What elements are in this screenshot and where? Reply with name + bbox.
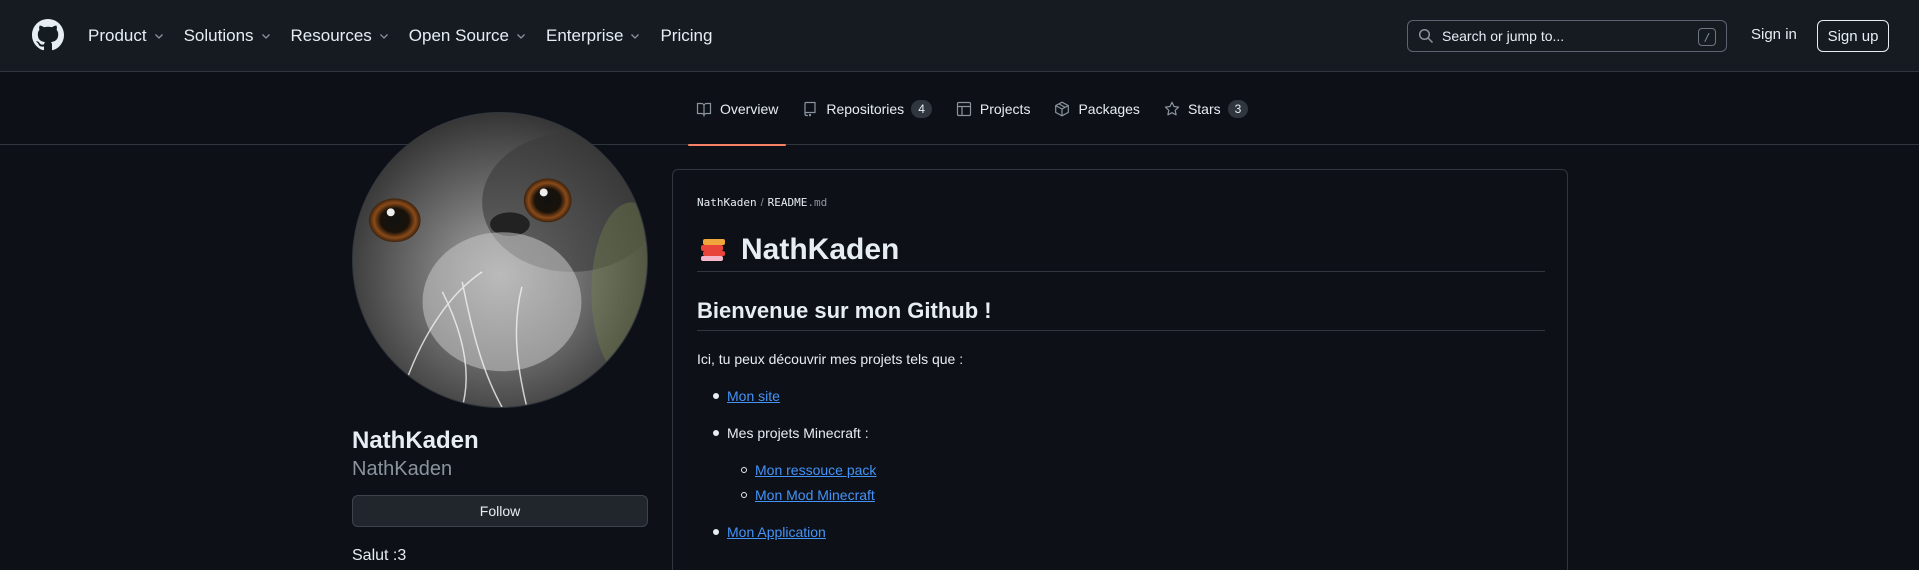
nav-product[interactable]: Product [88,26,165,46]
readme-file-ext: .md [807,196,828,209]
search-icon [1418,28,1434,44]
profile-username: NathKaden [352,458,453,480]
star-icon [1164,101,1180,115]
nav-pricing-label: Pricing [660,26,713,45]
minecraft-mod-link[interactable]: Mon Mod Minecraft [755,487,875,503]
mon-site-link[interactable]: Mon site [727,388,780,404]
nav-enterprise[interactable]: Enterprise [546,26,641,46]
application-link[interactable]: Mon Application [727,524,826,540]
nav-resources-label: Resources [290,26,372,45]
tab-packages-label: Packages [1078,100,1140,117]
tab-overview-label: Overview [720,100,779,117]
tab-repositories-label: Repositories [826,100,905,117]
chevron-down-icon [154,34,163,39]
sign-up-button[interactable]: Sign up [1817,20,1889,52]
list-item: Mon site [713,388,780,404]
main-nav: Product Solutions Resources Open Source … [88,0,731,72]
nav-solutions[interactable]: Solutions [184,26,272,46]
tab-overview[interactable]: Overview [688,72,787,146]
readme-card: NathKaden / README.md NathKaden Bienvenue … [672,169,1568,570]
tab-stars-label: Stars [1187,100,1221,117]
readme-owner-link[interactable]: NathKaden [697,196,757,209]
nav-resources[interactable]: Resources [291,26,390,46]
tab-repositories[interactable]: Repositories 4 [794,72,940,145]
sign-in-link[interactable]: Sign in [1751,26,1797,43]
profile-full-name: NathKaden [352,427,479,454]
readme-intro: Ici, tu peux découvrir mes projets tels … [697,351,964,367]
books-emoji-icon [701,238,725,261]
readme-file-base: README [767,196,808,209]
follow-button[interactable]: Follow [352,495,648,527]
tab-projects-label: Projects [979,100,1031,117]
minecraft-projects-label: Mes projets Minecraft : [727,425,869,441]
list-item: Mon ressouce pack [741,462,876,478]
readme-breadcrumb: NathKaden / README.md [697,196,827,209]
avatar-cat-photo [353,113,647,407]
book-icon [696,102,712,117]
bullet [713,393,719,399]
search-shortcut-hint: / [1698,28,1716,46]
tab-packages[interactable]: Packages [1046,72,1147,145]
nav-pricing[interactable]: Pricing [660,26,712,46]
readme-file-link[interactable]: README.md [768,196,828,209]
profile-tab-bar: Overview Repositories 4 Projects Package… [0,72,1919,146]
readme-heading: Bienvenue sur mon Github ! [697,298,1545,331]
nav-product-label: Product [88,26,147,45]
profile-tabs: Overview Repositories 4 Projects Package… [688,72,1264,146]
search-placeholder: Search or jump to... [1442,28,1565,44]
chevron-down-icon [631,34,640,39]
readme-title: NathKaden [697,228,1545,272]
readme-title-text: NathKaden [741,232,900,266]
chevron-down-icon [517,34,525,39]
nav-enterprise-label: Enterprise [545,26,624,45]
tab-projects[interactable]: Projects [948,72,1039,145]
nav-solutions-label: Solutions [183,26,254,45]
github-logo-icon[interactable] [32,19,64,51]
nav-open-source-label: Open Source [408,26,509,45]
package-icon [1055,101,1070,116]
search-input[interactable]: Search or jump to... / [1407,20,1727,52]
bullet [741,467,747,473]
table-icon [956,101,971,116]
avatar[interactable] [352,112,648,408]
repo-icon [804,101,816,116]
list-item: Mon Mod Minecraft [741,487,875,503]
resource-pack-link[interactable]: Mon ressouce pack [755,462,876,478]
list-item: Mes projets Minecraft : [713,425,869,441]
bullet [713,529,719,535]
nav-open-source[interactable]: Open Source [409,26,527,46]
site-header: Product Solutions Resources Open Source … [0,0,1919,72]
chevron-down-icon [261,34,270,39]
breadcrumb-separator: / [760,197,764,209]
repositories-count-badge: 4 [911,99,932,118]
stars-count-badge: 3 [1227,99,1249,118]
chevron-down-icon [379,34,388,39]
profile-bio: Salut :3 [352,547,407,564]
tab-stars[interactable]: Stars 3 [1156,72,1256,145]
bullet [741,492,747,498]
bullet [713,430,719,436]
list-item: Mon Application [713,524,826,540]
